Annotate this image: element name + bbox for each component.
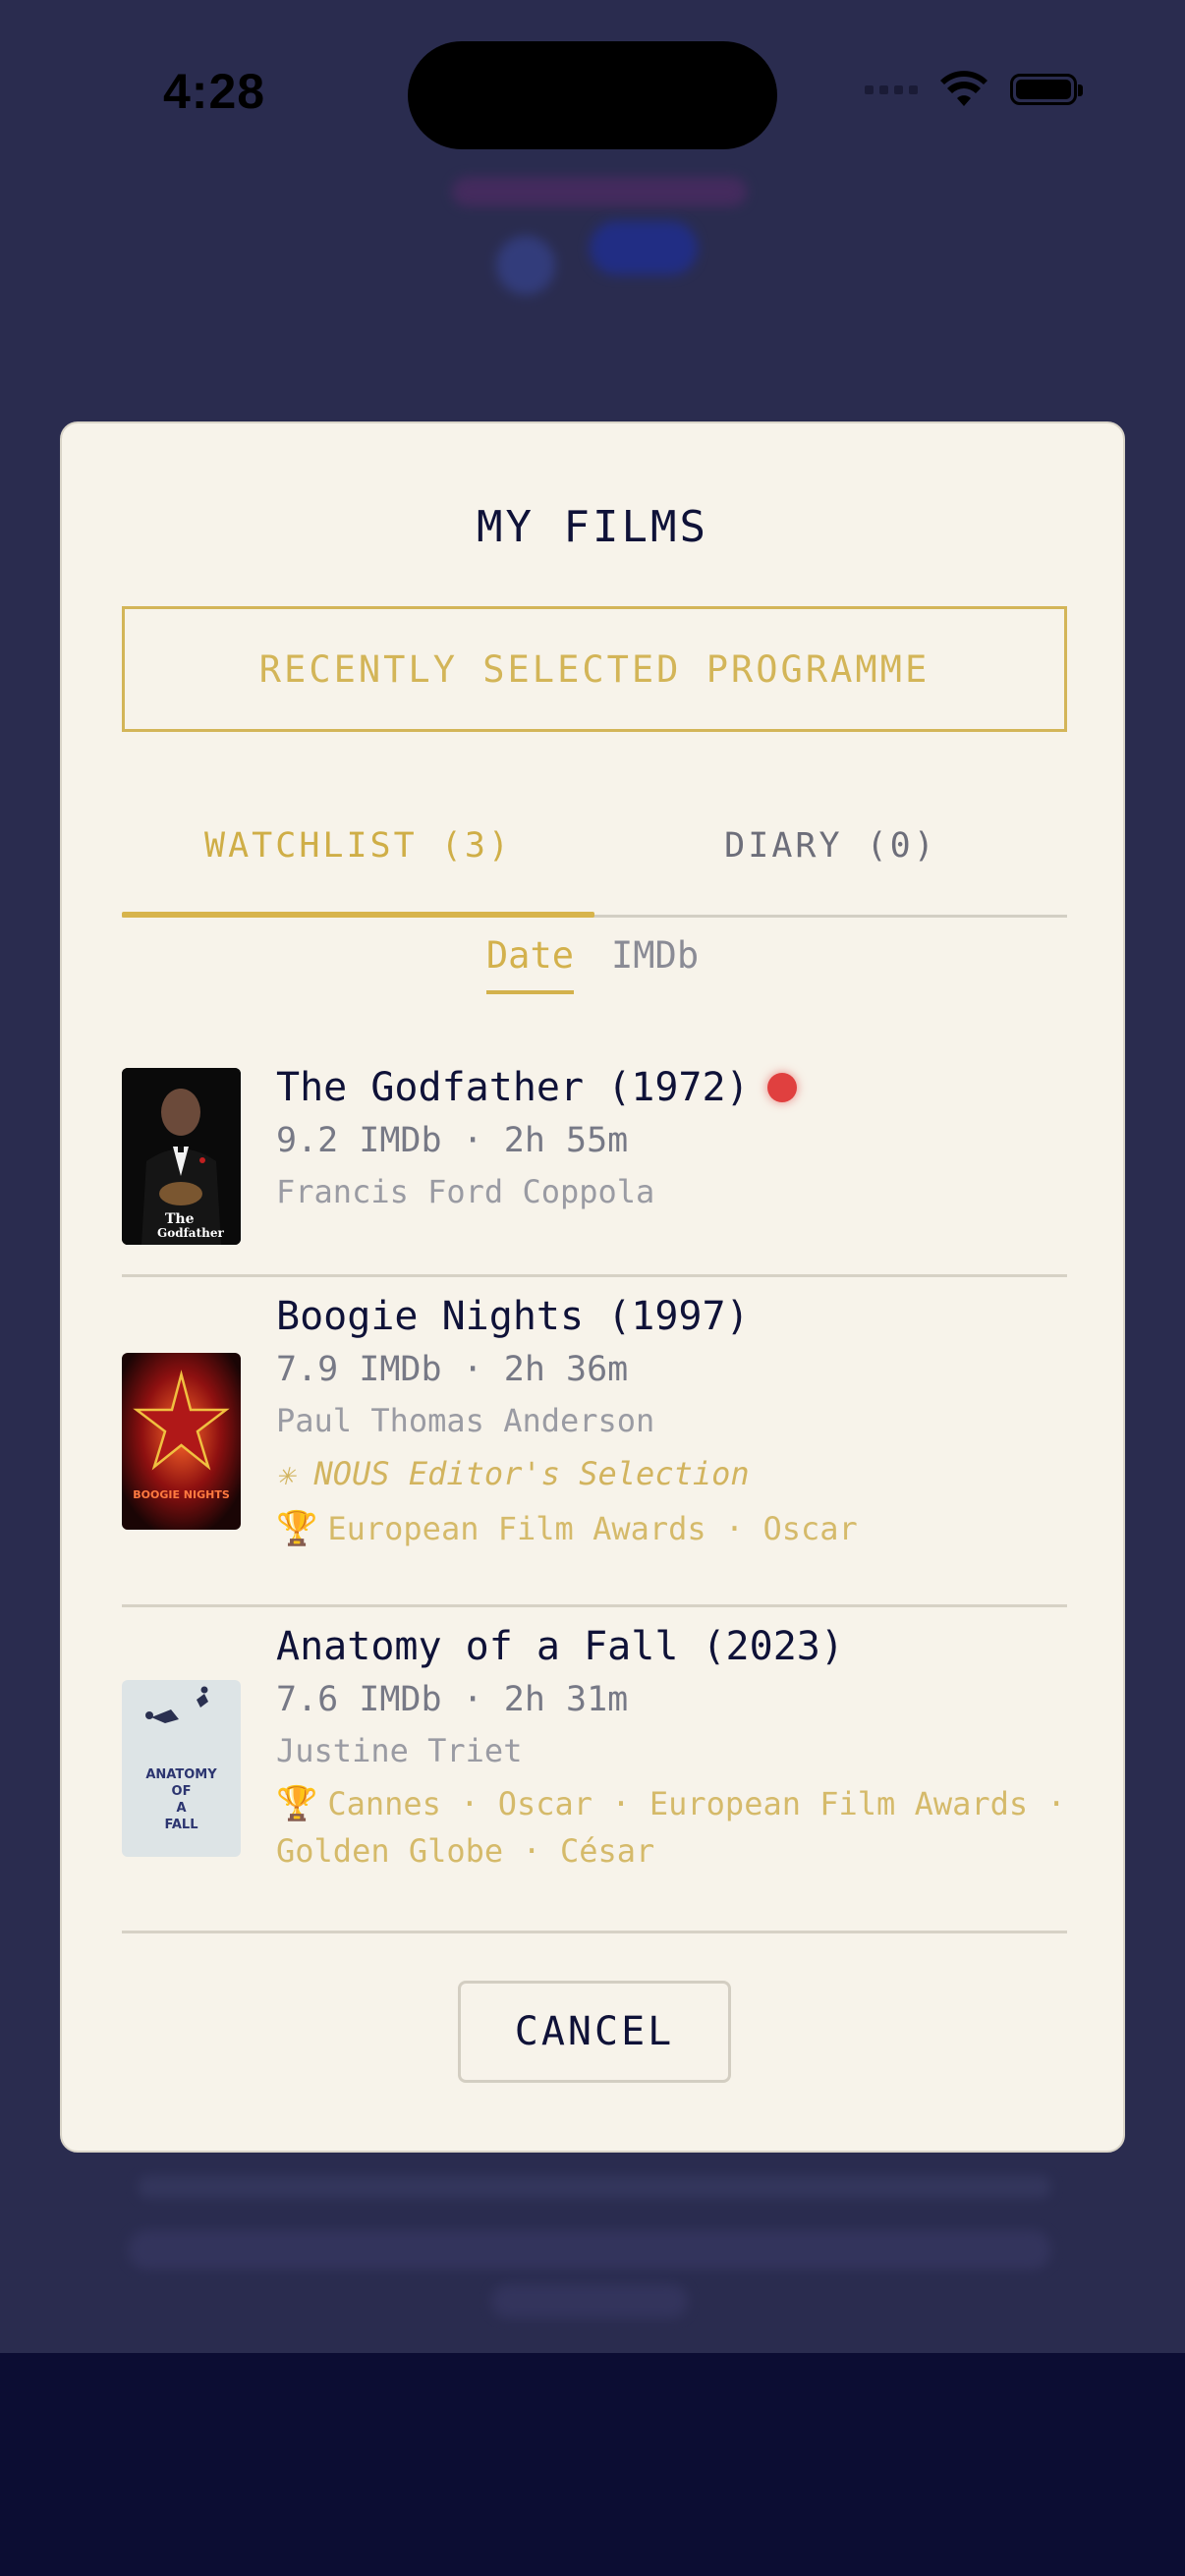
poster-godfather-text-2: Godfather	[157, 1226, 224, 1240]
film-title: Anatomy of a Fall (2023)	[276, 1624, 844, 1669]
sort-toggle: Date IMDb	[62, 934, 1123, 994]
poster-anatomy-text-3: A	[176, 1801, 186, 1816]
poster-boogie-text: BOOGIE NIGHTS	[133, 1488, 230, 1501]
film-row[interactable]: BOOGIE NIGHTS Boogie Nights (1997) 7.9 I…	[122, 1277, 1067, 1607]
film-title: Boogie Nights (1997)	[276, 1294, 750, 1339]
film-info: The Godfather (1972) 9.2 IMDb · 2h 55m F…	[276, 1060, 1067, 1217]
film-awards: 🏆 European Film Awards · Oscar	[276, 1505, 1067, 1552]
poster-anatomy-of-a-fall: ANATOMY OF A FALL	[122, 1680, 241, 1857]
film-info: Boogie Nights (1997) 7.9 IMDb · 2h 36m P…	[276, 1289, 1067, 1552]
tab-bar: WATCHLIST (3) DIARY (0)	[122, 805, 1067, 918]
background-tab-bar	[0, 2353, 1185, 2576]
cellular-signal-icon	[865, 84, 918, 94]
film-row[interactable]: ANATOMY OF A FALL Anatomy of a Fall (202…	[122, 1607, 1067, 1933]
film-meta: 9.2 IMDb · 2h 55m	[276, 1121, 629, 1160]
sort-date-button[interactable]: Date	[485, 934, 574, 994]
trophy-icon: 🏆	[276, 1784, 318, 1823]
poster-boogie-nights: BOOGIE NIGHTS	[122, 1353, 241, 1530]
status-icons	[865, 71, 1083, 108]
editor-selection-label: ✳ NOUS Editor's Selection	[276, 1455, 750, 1492]
tab-diary[interactable]: DIARY (0)	[594, 805, 1067, 915]
dynamic-island	[408, 41, 777, 149]
background-blur-badge	[590, 221, 698, 275]
status-time: 4:28	[163, 64, 266, 119]
film-title-text: The Godfather (1972)	[276, 1065, 750, 1110]
cancel-button[interactable]: CANCEL	[458, 1981, 731, 2083]
tab-watchlist[interactable]: WATCHLIST (3)	[122, 805, 594, 918]
modal-title: MY FILMS	[477, 502, 708, 552]
background-blur-title	[452, 177, 747, 206]
film-meta: 7.9 IMDb · 2h 36m	[276, 1350, 629, 1389]
poster-anatomy-text-4: FALL	[164, 1818, 198, 1832]
film-title: The Godfather (1972)	[276, 1060, 1067, 1115]
film-awards: 🏆 Cannes · Oscar · European Film Awards ·…	[276, 1780, 1067, 1875]
awards-text: Cannes · Oscar · European Film Awards · …	[276, 1785, 1066, 1870]
battery-icon	[1010, 74, 1083, 105]
film-info: Anatomy of a Fall (2023) 7.6 IMDb · 2h 3…	[276, 1619, 1067, 1875]
poster-anatomy-text-2: OF	[172, 1784, 192, 1799]
film-meta: 7.6 IMDb · 2h 31m	[276, 1680, 629, 1719]
red-dot-indicator	[766, 1073, 797, 1102]
wifi-icon	[940, 71, 988, 106]
background-blur-line	[138, 2176, 1051, 2198]
poster-godfather: The Godfather	[122, 1068, 241, 1245]
poster-godfather-text-1: The	[165, 1211, 195, 1227]
my-films-modal: MY FILMS RECENTLY SELECTED PROGRAMME WAT…	[60, 421, 1125, 2153]
film-director: Justine Triet	[276, 1732, 523, 1769]
background-blur-chip-row2	[491, 2284, 688, 2318]
background-blur-chips	[128, 2230, 1051, 2269]
trophy-icon: 🏆	[276, 1509, 318, 1548]
film-row[interactable]: The Godfather The Godfather (1972) 9.2 I…	[122, 1052, 1067, 1277]
poster-anatomy-text-1: ANATOMY	[145, 1767, 217, 1782]
awards-text: European Film Awards · Oscar	[327, 1510, 858, 1547]
film-director: Francis Ford Coppola	[276, 1173, 655, 1210]
background-blur-icon	[496, 236, 555, 295]
film-director: Paul Thomas Anderson	[276, 1402, 655, 1439]
recently-selected-programme-button[interactable]: RECENTLY SELECTED PROGRAMME	[122, 606, 1067, 732]
sort-imdb-button[interactable]: IMDb	[611, 934, 699, 994]
